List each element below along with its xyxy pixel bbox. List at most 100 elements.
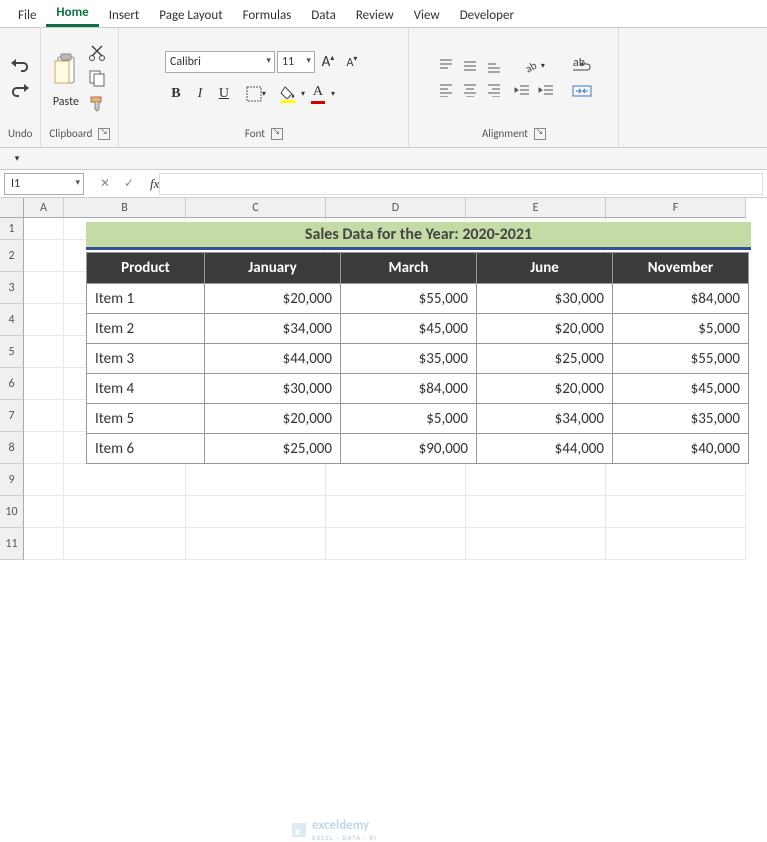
worksheet[interactable]: ABCDEF 1234567891011 Sales Data for the … <box>0 198 767 560</box>
cell[interactable] <box>24 336 64 368</box>
cell[interactable] <box>186 464 326 496</box>
decrease-indent-button[interactable] <box>511 80 533 102</box>
redo-button[interactable] <box>9 80 31 102</box>
table-cell[interactable]: $5,000 <box>613 314 749 344</box>
table-cell[interactable]: Item 3 <box>87 344 205 374</box>
column-header[interactable]: C <box>186 198 326 218</box>
column-header[interactable]: A <box>24 198 64 218</box>
row-header[interactable]: 9 <box>0 464 24 496</box>
row-header[interactable]: 4 <box>0 304 24 336</box>
format-painter-button[interactable] <box>86 92 108 114</box>
cell[interactable] <box>606 496 746 528</box>
cell[interactable] <box>24 464 64 496</box>
table-cell[interactable]: $55,000 <box>341 284 477 314</box>
cell[interactable] <box>24 218 64 240</box>
tab-developer[interactable]: Developer <box>450 4 524 27</box>
table-cell[interactable]: $20,000 <box>477 314 613 344</box>
table-cell[interactable]: Item 1 <box>87 284 205 314</box>
cancel-formula-button[interactable]: ✕ <box>94 173 116 195</box>
row-header[interactable]: 2 <box>0 240 24 272</box>
cell[interactable] <box>24 240 64 272</box>
table-cell[interactable]: $34,000 <box>205 314 341 344</box>
table-cell[interactable]: $35,000 <box>341 344 477 374</box>
table-cell[interactable]: $35,000 <box>613 404 749 434</box>
cell[interactable] <box>186 496 326 528</box>
name-box[interactable]: I1 <box>4 173 84 195</box>
borders-button[interactable]: ▾ <box>245 83 267 105</box>
cell[interactable] <box>64 464 186 496</box>
font-dialog-launcher[interactable] <box>271 128 283 140</box>
ribbon-expand-button[interactable]: ▾ <box>6 148 28 170</box>
tab-home[interactable]: Home <box>46 1 98 27</box>
tab-file[interactable]: File <box>8 4 46 27</box>
select-all-triangle[interactable] <box>0 198 24 218</box>
column-header[interactable]: E <box>466 198 606 218</box>
table-cell[interactable]: $90,000 <box>341 434 477 464</box>
table-cell[interactable]: $45,000 <box>341 314 477 344</box>
row-header[interactable]: 1 <box>0 218 24 240</box>
align-center-button[interactable] <box>459 79 481 101</box>
align-right-button[interactable] <box>483 79 505 101</box>
bold-button[interactable]: B <box>165 83 187 105</box>
table-cell[interactable]: $25,000 <box>477 344 613 374</box>
copy-button[interactable] <box>86 67 108 89</box>
row-header[interactable]: 3 <box>0 272 24 304</box>
column-header[interactable]: F <box>606 198 746 218</box>
formula-bar[interactable] <box>159 173 763 195</box>
table-cell[interactable]: $20,000 <box>477 374 613 404</box>
table-cell[interactable]: $20,000 <box>205 404 341 434</box>
font-size-select[interactable]: 11 <box>277 51 315 73</box>
paste-button[interactable] <box>52 48 80 92</box>
cell[interactable] <box>326 528 466 560</box>
table-cell[interactable]: $30,000 <box>205 374 341 404</box>
enter-formula-button[interactable]: ✓ <box>118 173 140 195</box>
decrease-font-button[interactable]: A▾ <box>341 51 363 73</box>
cell[interactable] <box>326 464 466 496</box>
table-cell[interactable]: $84,000 <box>341 374 477 404</box>
table-cell[interactable]: $30,000 <box>477 284 613 314</box>
increase-font-button[interactable]: A▴ <box>317 51 339 73</box>
column-header[interactable]: B <box>64 198 186 218</box>
table-cell[interactable]: Item 4 <box>87 374 205 404</box>
table-cell[interactable]: Item 5 <box>87 404 205 434</box>
row-header[interactable]: 7 <box>0 400 24 432</box>
tab-review[interactable]: Review <box>346 4 404 27</box>
row-header[interactable]: 5 <box>0 336 24 368</box>
cut-button[interactable] <box>86 42 108 64</box>
tab-formulas[interactable]: Formulas <box>233 4 302 27</box>
align-left-button[interactable] <box>435 79 457 101</box>
table-cell[interactable]: Item 6 <box>87 434 205 464</box>
cell[interactable] <box>64 496 186 528</box>
cell[interactable] <box>606 528 746 560</box>
tab-page-layout[interactable]: Page Layout <box>149 4 232 27</box>
table-cell[interactable]: $44,000 <box>205 344 341 374</box>
table-cell[interactable]: $34,000 <box>477 404 613 434</box>
table-cell[interactable]: $44,000 <box>477 434 613 464</box>
cell[interactable] <box>24 496 64 528</box>
undo-button[interactable] <box>9 55 31 77</box>
table-cell[interactable]: $40,000 <box>613 434 749 464</box>
cell[interactable] <box>24 432 64 464</box>
cell[interactable] <box>24 368 64 400</box>
tab-view[interactable]: View <box>404 4 450 27</box>
fill-color-button[interactable] <box>277 83 299 105</box>
table-cell[interactable]: $55,000 <box>613 344 749 374</box>
tab-insert[interactable]: Insert <box>99 4 150 27</box>
cell[interactable] <box>606 464 746 496</box>
row-header[interactable]: 11 <box>0 528 24 560</box>
font-name-select[interactable]: Calibri <box>165 51 275 73</box>
table-cell[interactable]: $25,000 <box>205 434 341 464</box>
table-cell[interactable]: $84,000 <box>613 284 749 314</box>
table-cell[interactable]: $5,000 <box>341 404 477 434</box>
cell[interactable] <box>466 464 606 496</box>
font-color-button[interactable]: A <box>307 83 329 105</box>
row-header[interactable]: 6 <box>0 368 24 400</box>
fx-icon[interactable]: fx <box>150 176 159 192</box>
row-header[interactable]: 10 <box>0 496 24 528</box>
increase-indent-button[interactable] <box>535 80 557 102</box>
align-middle-button[interactable] <box>459 55 481 77</box>
align-bottom-button[interactable] <box>483 55 505 77</box>
align-top-button[interactable] <box>435 55 457 77</box>
table-cell[interactable]: $20,000 <box>205 284 341 314</box>
table-cell[interactable]: $45,000 <box>613 374 749 404</box>
